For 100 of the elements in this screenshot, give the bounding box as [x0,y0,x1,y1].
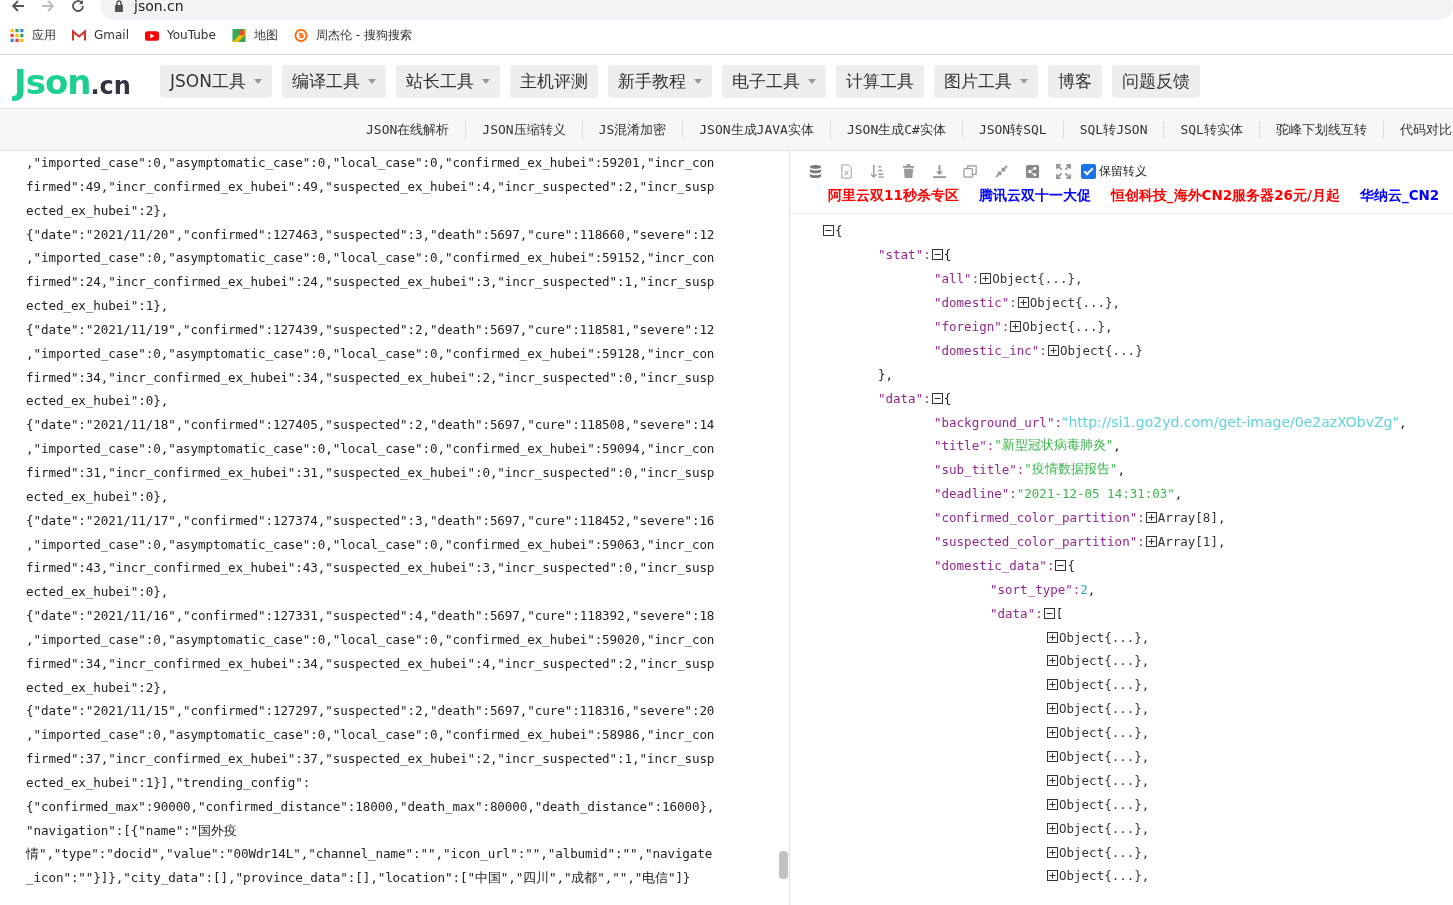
collapse-toggle-icon[interactable] [931,392,943,404]
collapse-toggle-icon[interactable] [1047,774,1058,786]
comma: , [1117,462,1125,478]
tool-link[interactable]: 驼峰下划线互转 [1258,120,1383,139]
collapsed-value: Array[1], [1157,534,1226,549]
collapse-toggle-icon[interactable] [1047,703,1058,715]
nav-menu-button[interactable]: 电子工具 [721,65,826,98]
json-key: "background_url": [934,414,1062,430]
code-line: firmed":43,"incr_confirmed_ex_hubei":43,"suspected_ex_hubei":3,"incr_suspected":0,"incr_susp [26,559,716,578]
copy-icon[interactable] [963,163,978,179]
code-line: _icon":""}]},"city_data":[],"province_data":[],"location":["中国","四川","成都","","电信"]} [26,869,692,888]
tool-link[interactable]: SQL转实体 [1163,120,1259,139]
ad-link[interactable]: 华纳云_CN2 [1359,187,1440,213]
back-icon[interactable] [10,0,26,14]
nav-menu-button[interactable]: 计算工具 [835,65,924,98]
reload-icon[interactable] [70,0,86,14]
nav-menu-button[interactable]: 博客 [1047,65,1102,98]
sort-icon[interactable] [870,163,885,179]
mail-icon [72,28,86,42]
ad-link[interactable]: 恒创科技_海外CN2服务器26元/月起 [1110,187,1340,213]
ad-link[interactable]: 阿里云双11秒杀专区 [828,187,959,213]
collapse-toggle-icon[interactable] [1047,822,1058,834]
collapse-toggle-icon[interactable] [1043,607,1055,619]
nav-menu-button[interactable]: 新手教程 [607,65,712,98]
nav-menu-button[interactable]: 主机评测 [509,65,598,98]
collapse-toggle-icon[interactable] [1017,297,1029,309]
tool-link[interactable]: 代码对比 [1382,120,1453,139]
nav-menu-button[interactable]: JSON工具 [160,65,272,98]
fullscreen-icon[interactable] [1056,163,1071,179]
collapsed-value: Object{...}, [1059,677,1150,693]
code-line: {"date":"2021/11/19","confirmed":127439,"suspected":2,"death":5697,"cure":118581,"severe":12 [26,320,716,339]
bookmark[interactable]: 地图 [231,26,278,44]
opening-bracket: { [1067,557,1075,573]
collapsed-value: Object{...} [1059,342,1143,358]
collapse-toggle-icon[interactable] [1055,559,1067,571]
collapse-toggle-icon[interactable] [1145,536,1157,547]
collapsed-value: Object{...}, [1059,772,1150,788]
json-key: "deadline": [934,486,1017,502]
code-line: {"date":"2021/11/17","confirmed":127374,"suspected":3,"death":5697,"cure":118452,"severe":16 [26,511,716,530]
json-key: "data": [990,605,1043,621]
bookmark[interactable]: 应用 [10,26,56,44]
apps-grid-icon [10,28,24,42]
collapse-toggle-icon[interactable] [980,273,992,285]
code-line: {"date":"2021/11/20","confirmed":127463,"suspected":3,"death":5697,"cure":118660,"severe":12 [26,225,716,244]
collapse-toggle-icon[interactable] [1145,512,1157,524]
nav-menu-button[interactable]: 编译工具 [281,65,386,98]
download-icon[interactable] [932,163,947,179]
collapse-toggle-icon[interactable] [1010,321,1022,332]
collapse-toggle-icon[interactable] [1047,870,1058,882]
collapse-toggle-icon[interactable] [1047,751,1058,763]
collapse-toggle-icon[interactable] [1047,846,1058,858]
caret-icon [481,79,490,84]
json-key: "suspected_color_partition": [934,534,1145,549]
code-line: "navigation":[{"name":"国外疫 [26,821,238,840]
tool-link[interactable]: JSON生成C#实体 [829,120,962,139]
keep-escape-checkbox[interactable] [1081,163,1096,179]
tool-link[interactable]: JS混淆加密 [581,120,683,139]
caret-icon [807,79,816,84]
site-logo[interactable]: Json.cn [14,61,160,102]
compress-icon[interactable] [994,163,1009,179]
collapse-toggle-icon[interactable] [1047,798,1058,810]
tool-link[interactable]: SQL转JSON [1062,120,1164,139]
ad-link[interactable]: 腾讯云双十一大促 [978,187,1091,213]
code-line: 情","type":"docid","value":"00Wdr14L","channel_name":"","icon_url":"","albumid":"","navigate [26,845,714,864]
scrollbar-thumb[interactable] [779,851,788,879]
json-key: "domestic_inc": [934,342,1047,358]
collapsed-value: Object{...}, [1029,295,1121,311]
code-line: {"confirmed_max":90000,"confirmed_distance":18000,"death_max":80000,"death_distance":16000}, [26,797,716,816]
code-line: ected_ex_hubei":0}, [26,487,170,506]
collapsed-value: Object{...}, [1059,749,1150,765]
address-bar[interactable]: json.cn [100,0,1453,20]
bookmark[interactable]: Gmail [72,28,129,42]
caret-icon [367,79,376,84]
bookmark[interactable]: 周杰伦 - 搜狗搜索 [293,26,412,44]
collapse-toggle-icon[interactable] [1047,655,1058,667]
tool-link[interactable]: JSON压缩转义 [465,120,582,139]
code-line: ,"imported_case":0,"asymptomatic_case":0,"local_case":0,"confirmed_ex_hubei":59128,"incr_con [26,344,716,363]
code-line: ,"imported_case":0,"asymptomatic_case":0,"local_case":0,"confirmed_ex_hubei":59020,"incr_con [26,630,716,649]
database-icon[interactable] [808,163,823,179]
collapsed-value: Object{...}, [1059,844,1150,860]
code-line: firmed":49,"incr_confirmed_ex_hubei":49,"suspected_ex_hubei":4,"incr_suspected":2,"incr_susp [26,177,716,196]
code-line: ,"imported_case":0,"asymptomatic_case":0,"local_case":0,"confirmed_ex_hubei":59152,"incr_con [26,249,716,268]
collapse-toggle-icon[interactable] [931,249,943,261]
share-icon[interactable] [1025,163,1040,179]
collapse-toggle-icon[interactable] [1047,631,1058,643]
collapse-toggle-icon[interactable] [823,225,834,237]
nav-menu-button[interactable]: 站长工具 [395,65,500,98]
nav-menu-button[interactable]: 图片工具 [933,65,1038,98]
collapse-toggle-icon[interactable] [1047,727,1058,739]
collapsed-value: Object{...}, [1059,629,1150,645]
tool-link[interactable]: JSON在线解析 [350,120,466,139]
collapsed-value: Object{...}, [1059,796,1150,812]
nav-menu-button[interactable]: 问题反馈 [1111,65,1200,98]
collapse-toggle-icon[interactable] [1047,344,1059,356]
json-value: "2021-12-05 14:31:03" [1016,486,1175,502]
collapse-toggle-icon[interactable] [1047,679,1058,691]
trash-icon[interactable] [901,163,916,179]
bookmark[interactable]: YouTube [145,28,216,42]
tool-link[interactable]: JSON转SQL [961,120,1063,139]
tool-link[interactable]: JSON生成JAVA实体 [682,120,830,139]
